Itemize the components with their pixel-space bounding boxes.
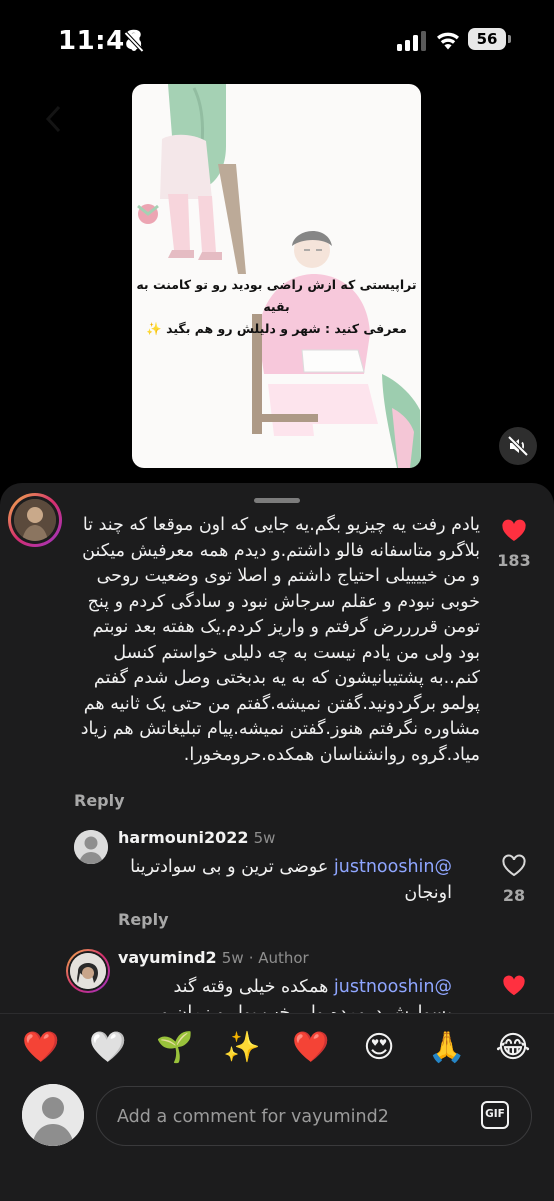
back-chevron-icon[interactable] — [44, 104, 62, 134]
comment-input-box: GIF — [96, 1086, 532, 1147]
author-tag: · Author — [248, 949, 309, 967]
sheet-grabber[interactable] — [254, 498, 300, 503]
default-avatar-icon — [22, 1084, 84, 1146]
emoji-heart-eyes[interactable]: 😍 — [359, 1028, 399, 1068]
quick-emoji-bar: ❤️ 🤍 🌱 ✨ ❤️ 😍 🙏 😂 — [0, 1028, 554, 1068]
reel-caption: تراپیستی که ازش راضی بودید رو تو کامنت ب… — [132, 274, 421, 340]
comment-like: 183 — [494, 519, 534, 570]
comment-input[interactable] — [115, 1087, 459, 1147]
avatar-photo — [70, 953, 106, 989]
reply-reply-button[interactable]: Reply — [118, 910, 169, 929]
reel-preview[interactable]: تراپیستی که ازش راضی بودید رو تو کامنت ب… — [132, 84, 421, 468]
emoji-white-heart[interactable]: 🤍 — [88, 1028, 128, 1068]
comment-composer: ❤️ 🤍 🌱 ✨ ❤️ 😍 🙏 😂 GIF — [0, 1013, 554, 1201]
battery-level: 56 — [468, 28, 506, 50]
avatar-photo — [14, 499, 56, 541]
comment-like-count: 183 — [497, 551, 531, 570]
wifi-icon — [437, 32, 459, 50]
heart-filled-icon[interactable] — [501, 519, 527, 543]
reply-avatar-harmouni2022[interactable] — [74, 830, 108, 864]
gif-button[interactable]: GIF — [481, 1101, 509, 1129]
commenter-avatar[interactable] — [8, 493, 62, 547]
emoji-red-heart-2[interactable]: ❤️ — [291, 1028, 331, 1068]
mute-button[interactable] — [499, 427, 537, 465]
reply-like — [494, 975, 534, 1001]
emoji-red-heart[interactable]: ❤️ — [21, 1028, 61, 1068]
reel-caption-line-2: معرفی کنید : شهر و دلیلش رو هم بگید ✨ — [146, 321, 407, 336]
emoji-folded-hands[interactable]: 🙏 — [427, 1028, 467, 1068]
speaker-muted-icon — [507, 435, 529, 457]
reply-username[interactable]: vayumind2 — [118, 948, 217, 967]
reply-header: vayumind2 5w · Author — [118, 948, 309, 967]
reply-like-count: 28 — [502, 886, 526, 905]
mention-link[interactable]: @justnooshin — [334, 977, 452, 997]
reply-like: 28 — [494, 854, 534, 905]
emoji-sparkles[interactable]: ✨ — [222, 1028, 262, 1068]
reply-header: harmouni2022 5w — [118, 828, 275, 847]
reply-avatar-vayumind2[interactable] — [66, 949, 110, 993]
battery-indicator: 56 — [468, 28, 512, 52]
mention-link[interactable]: @justnooshin — [334, 857, 452, 877]
reply-age: 5w — [221, 949, 244, 967]
heart-outline-icon[interactable] — [501, 854, 527, 878]
status-bar: 11:48 56 — [0, 0, 554, 80]
reply-username[interactable]: harmouni2022 — [118, 828, 249, 847]
default-avatar-icon — [74, 830, 108, 864]
current-user-avatar[interactable] — [22, 1084, 84, 1146]
reply-age: 5w — [253, 829, 276, 847]
comment-reply-button[interactable]: Reply — [74, 791, 125, 810]
emoji-seedling[interactable]: 🌱 — [155, 1028, 195, 1068]
reply-body: @justnooshin عوضی ترین و بی سوادترینا او… — [118, 855, 452, 906]
reply-text: همکده خیلی وقته گند — [173, 977, 329, 997]
reel-caption-line-1: تراپیستی که ازش راضی بودید رو تو کامنت ب… — [136, 277, 417, 314]
heart-filled-icon[interactable] — [502, 975, 526, 997]
emoji-laughing[interactable]: 😂 — [493, 1028, 533, 1068]
cellular-signal-icon — [397, 31, 426, 51]
comment-body: یادم رفت یه چیزیو بگم.یه جایی که اون موق… — [80, 515, 480, 765]
silent-bell-icon — [124, 31, 144, 53]
